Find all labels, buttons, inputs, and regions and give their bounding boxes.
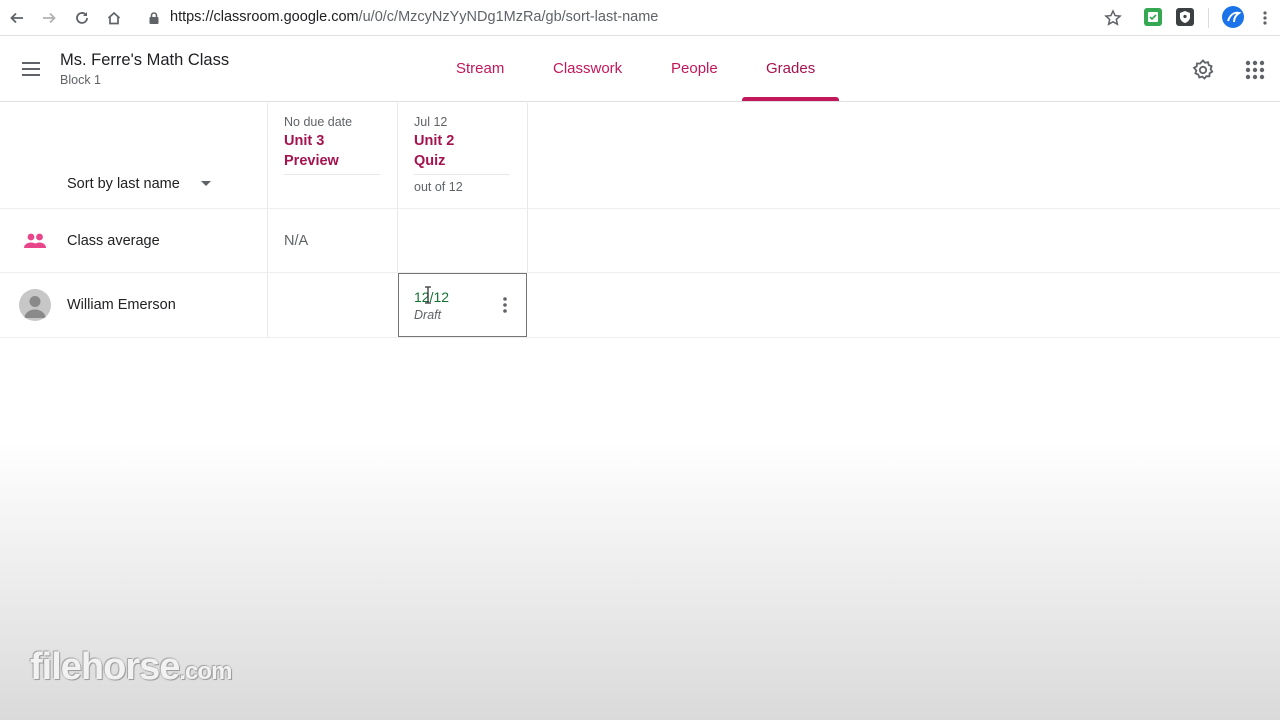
class-section: Block 1 (60, 73, 101, 87)
reload-icon[interactable] (72, 8, 92, 28)
tab-stream[interactable]: Stream (456, 60, 504, 77)
dropdown-arrow-icon[interactable] (201, 181, 211, 186)
assignment-underline (414, 174, 510, 175)
tab-grades[interactable]: Grades (766, 60, 815, 77)
active-tab-indicator (742, 97, 839, 101)
lock-icon (144, 8, 164, 28)
assignment-title-line: Unit 3 (284, 133, 325, 149)
profile-avatar-icon[interactable] (1222, 6, 1244, 28)
browser-toolbar: https://classroom.google.com/u/0/c/MzcyN… (0, 0, 1280, 36)
student-avatar (19, 289, 51, 321)
assignment-title[interactable]: Unit 3 Preview (284, 131, 384, 171)
class-average-value: N/A (284, 233, 309, 249)
assignment-points: out of 12 (414, 180, 463, 194)
column-divider (267, 103, 268, 338)
people-group-icon (22, 232, 48, 255)
sort-dropdown[interactable]: Sort by last name (67, 176, 180, 192)
text-cursor-icon (423, 286, 433, 309)
class-title[interactable]: Ms. Ferre's Math Class (60, 51, 229, 70)
assignment-title-line: Preview (284, 153, 339, 169)
assignment-due-date: Jul 12 (414, 115, 448, 129)
url-host: https://classroom.google.com (170, 9, 359, 25)
toolbar-divider (1208, 8, 1209, 28)
column-divider (397, 103, 398, 273)
watermark-brand: filehorse (30, 646, 180, 688)
forward-icon[interactable] (39, 8, 59, 28)
more-options-icon[interactable] (496, 295, 514, 315)
classroom-header: Ms. Ferre's Math Class Block 1 Stream Cl… (0, 36, 1280, 102)
row-divider (0, 208, 1280, 209)
apps-grid-icon[interactable] (1243, 58, 1267, 82)
address-bar[interactable]: https://classroom.google.com/u/0/c/MzcyN… (170, 9, 658, 25)
grade-cell-selected[interactable]: 12/12 Draft (398, 273, 527, 337)
assignment-title[interactable]: Unit 2 Quiz (414, 131, 514, 171)
home-icon[interactable] (104, 8, 124, 28)
extension-shield-icon[interactable] (1176, 8, 1194, 26)
filehorse-watermark: filehorse.com (30, 646, 232, 689)
class-average-label: Class average (67, 233, 160, 249)
assignment-underline (284, 174, 380, 175)
grade-status: Draft (414, 308, 442, 322)
assignment-title-line: Unit 2 (414, 133, 455, 149)
row-divider (0, 272, 1280, 273)
extension-green-icon[interactable] (1144, 8, 1162, 26)
url-path: /u/0/c/MzcyNzYyNDg1MzRa/gb/sort-last-nam… (358, 9, 659, 25)
row-divider (0, 337, 1280, 338)
column-divider (527, 103, 528, 273)
assignment-title-line: Quiz (414, 153, 446, 169)
main-menu-icon[interactable] (18, 56, 44, 82)
tab-people[interactable]: People (671, 60, 718, 77)
settings-gear-icon[interactable] (1191, 58, 1215, 82)
back-icon[interactable] (7, 8, 27, 28)
browser-menu-icon[interactable] (1255, 8, 1275, 28)
student-name[interactable]: William Emerson (67, 297, 176, 313)
watermark-suffix: .com (179, 658, 232, 685)
assignment-due-date: No due date (284, 115, 353, 129)
tab-classwork[interactable]: Classwork (553, 60, 622, 77)
bookmark-star-icon[interactable] (1103, 8, 1123, 28)
